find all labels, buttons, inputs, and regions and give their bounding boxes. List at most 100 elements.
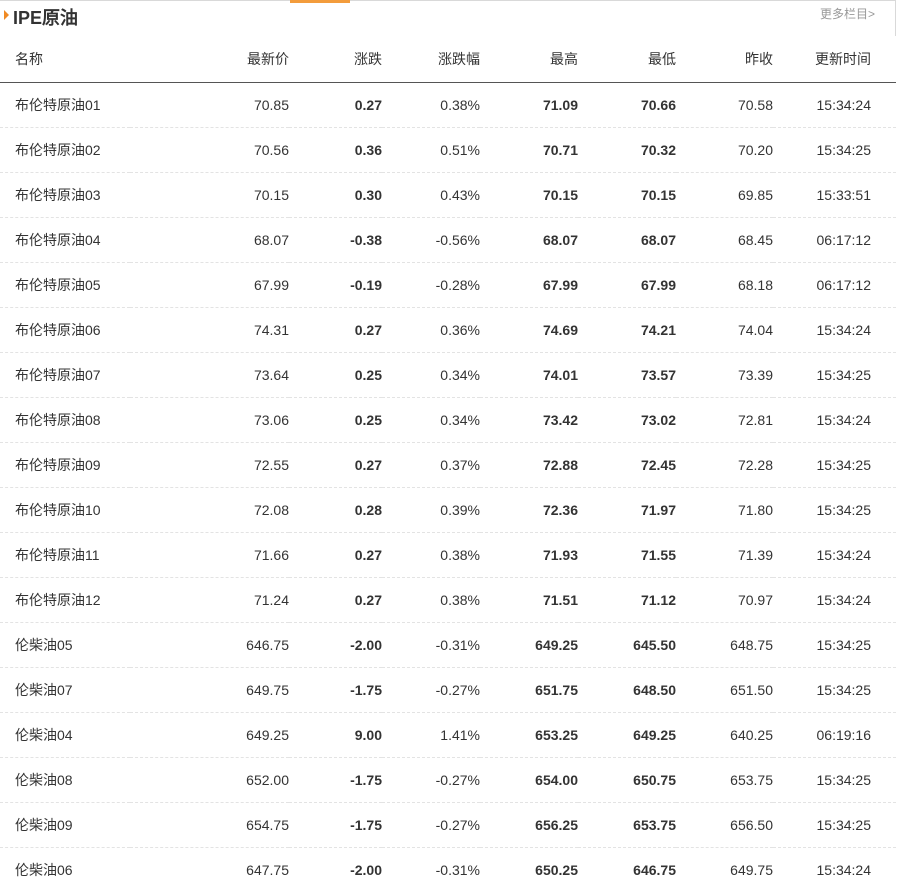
cell-time: 15:34:25 — [773, 622, 896, 668]
cell-pct: 0.34% — [382, 397, 480, 443]
cell-pct: 0.36% — [382, 307, 480, 353]
cell-name[interactable]: 布伦特原油05 — [0, 262, 130, 308]
cell-name[interactable]: 伦柴油04 — [0, 712, 130, 758]
cell-time: 15:34:24 — [773, 307, 896, 353]
col-header-change: 涨跌 — [289, 36, 382, 83]
col-header-prev: 昨收 — [676, 36, 773, 83]
cell-time: 15:34:24 — [773, 847, 896, 880]
cell-time: 06:17:12 — [773, 262, 896, 308]
cell-name[interactable]: 伦柴油08 — [0, 757, 130, 803]
cell-change: -0.38 — [289, 217, 382, 263]
cell-low: 646.75 — [578, 847, 676, 880]
cell-high: 649.25 — [480, 622, 578, 668]
cell-low: 70.32 — [578, 127, 676, 173]
table-row[interactable]: 布伦特原油04 68.07 -0.38 -0.56% 68.07 68.07 68.45 06… — [0, 217, 896, 263]
cell-change: 0.30 — [289, 172, 382, 218]
cell-change: 0.25 — [289, 352, 382, 398]
cell-name[interactable]: 布伦特原油02 — [0, 127, 130, 173]
cell-high: 72.36 — [480, 487, 578, 533]
cell-name[interactable]: 伦柴油06 — [0, 847, 130, 880]
cell-last: 649.75 — [130, 667, 289, 713]
cell-change: 0.27 — [289, 532, 382, 578]
cell-last: 73.06 — [130, 397, 289, 443]
cell-change: 0.27 — [289, 82, 382, 128]
table-row[interactable]: 布伦特原油07 73.64 0.25 0.34% 74.01 73.57 73.39 15:3… — [0, 352, 896, 398]
cell-name[interactable]: 布伦特原油11 — [0, 532, 130, 578]
cell-name[interactable]: 伦柴油05 — [0, 622, 130, 668]
cell-change: -2.00 — [289, 847, 382, 880]
table-row[interactable]: 布伦特原油06 74.31 0.27 0.36% 74.69 74.21 74.04 15:3… — [0, 307, 896, 353]
cell-low: 71.12 — [578, 577, 676, 623]
cell-time: 15:34:24 — [773, 397, 896, 443]
table-row[interactable]: 伦柴油09 654.75 -1.75 -0.27% 656.25 653.75 656.50… — [0, 802, 896, 848]
cell-high: 651.75 — [480, 667, 578, 713]
cell-pct: 0.51% — [382, 127, 480, 173]
cell-change: 0.27 — [289, 307, 382, 353]
cell-time: 15:34:24 — [773, 532, 896, 578]
col-header-name: 名称 — [0, 36, 130, 83]
table-row[interactable]: 布伦特原油11 71.66 0.27 0.38% 71.93 71.55 71.39 15:3… — [0, 532, 896, 578]
cell-prev: 70.58 — [676, 82, 773, 128]
cell-high: 73.42 — [480, 397, 578, 443]
cell-high: 72.88 — [480, 442, 578, 488]
cell-change: -1.75 — [289, 757, 382, 803]
table-row[interactable]: 布伦特原油08 73.06 0.25 0.34% 73.42 73.02 72.81 15:3… — [0, 397, 896, 443]
cell-prev: 72.28 — [676, 442, 773, 488]
cell-name[interactable]: 布伦特原油07 — [0, 352, 130, 398]
table-row[interactable]: 布伦特原油12 71.24 0.27 0.38% 71.51 71.12 70.97 15:3… — [0, 577, 896, 623]
cell-low: 70.15 — [578, 172, 676, 218]
cell-name[interactable]: 布伦特原油04 — [0, 217, 130, 263]
cell-change: -2.00 — [289, 622, 382, 668]
cell-last: 72.08 — [130, 487, 289, 533]
cell-low: 72.45 — [578, 442, 676, 488]
cell-name[interactable]: 布伦特原油12 — [0, 577, 130, 623]
table-row[interactable]: 伦柴油07 649.75 -1.75 -0.27% 651.75 648.50 651.50… — [0, 667, 896, 713]
table-row[interactable]: 布伦特原油10 72.08 0.28 0.39% 72.36 71.97 71.80 15:3… — [0, 487, 896, 533]
cell-low: 653.75 — [578, 802, 676, 848]
more-columns-link[interactable]: 更多栏目> — [820, 5, 875, 22]
table-row[interactable]: 布伦特原油03 70.15 0.30 0.43% 70.15 70.15 69.85 15:3… — [0, 172, 896, 218]
cell-name[interactable]: 布伦特原油08 — [0, 397, 130, 443]
quotes-page: IPE原油 更多栏目> 名称 最新价 涨跌 涨跌幅 最高 最低 昨收 更新时间 — [0, 0, 913, 880]
quotes-table-body: 布伦特原油01 70.85 0.27 0.38% 71.09 70.66 70.58 15:3… — [0, 82, 896, 880]
table-row[interactable]: 布伦特原油09 72.55 0.27 0.37% 72.88 72.45 72.28 15:3… — [0, 442, 896, 488]
cell-last: 70.56 — [130, 127, 289, 173]
cell-change: 9.00 — [289, 712, 382, 758]
cell-name[interactable]: 布伦特原油09 — [0, 442, 130, 488]
cell-pct: 0.39% — [382, 487, 480, 533]
cell-name[interactable]: 布伦特原油10 — [0, 487, 130, 533]
cell-pct: -0.27% — [382, 802, 480, 848]
cell-prev: 651.50 — [676, 667, 773, 713]
col-header-low: 最低 — [578, 36, 676, 83]
cell-low: 67.99 — [578, 262, 676, 308]
cell-name[interactable]: 布伦特原油03 — [0, 172, 130, 218]
cell-prev: 653.75 — [676, 757, 773, 803]
table-row[interactable]: 伦柴油06 647.75 -2.00 -0.31% 650.25 646.75 649.75… — [0, 847, 896, 880]
table-row[interactable]: 布伦特原油05 67.99 -0.19 -0.28% 67.99 67.99 68.18 06… — [0, 262, 896, 308]
table-row[interactable]: 伦柴油08 652.00 -1.75 -0.27% 654.00 650.75 653.75… — [0, 757, 896, 803]
title-triangle-icon — [4, 10, 9, 20]
cell-prev: 71.80 — [676, 487, 773, 533]
cell-prev: 72.81 — [676, 397, 773, 443]
table-row[interactable]: 布伦特原油02 70.56 0.36 0.51% 70.71 70.32 70.20 15:3… — [0, 127, 896, 173]
cell-name[interactable]: 布伦特原油01 — [0, 82, 130, 128]
cell-time: 15:34:25 — [773, 442, 896, 488]
cell-name[interactable]: 伦柴油09 — [0, 802, 130, 848]
cell-high: 70.15 — [480, 172, 578, 218]
cell-time: 15:34:25 — [773, 487, 896, 533]
cell-prev: 70.97 — [676, 577, 773, 623]
cell-prev: 70.20 — [676, 127, 773, 173]
table-row[interactable]: 伦柴油05 646.75 -2.00 -0.31% 649.25 645.50 648.75… — [0, 622, 896, 668]
cell-pct: 0.38% — [382, 532, 480, 578]
cell-low: 650.75 — [578, 757, 676, 803]
cell-prev: 73.39 — [676, 352, 773, 398]
cell-time: 06:19:16 — [773, 712, 896, 758]
table-row[interactable]: 布伦特原油01 70.85 0.27 0.38% 71.09 70.66 70.58 15:3… — [0, 82, 896, 128]
table-row[interactable]: 伦柴油04 649.25 9.00 1.41% 653.25 649.25 640.25 06… — [0, 712, 896, 758]
section-header: IPE原油 更多栏目> — [0, 0, 896, 36]
cell-name[interactable]: 布伦特原油06 — [0, 307, 130, 353]
cell-name[interactable]: 伦柴油07 — [0, 667, 130, 713]
cell-last: 654.75 — [130, 802, 289, 848]
cell-last: 652.00 — [130, 757, 289, 803]
cell-low: 73.02 — [578, 397, 676, 443]
